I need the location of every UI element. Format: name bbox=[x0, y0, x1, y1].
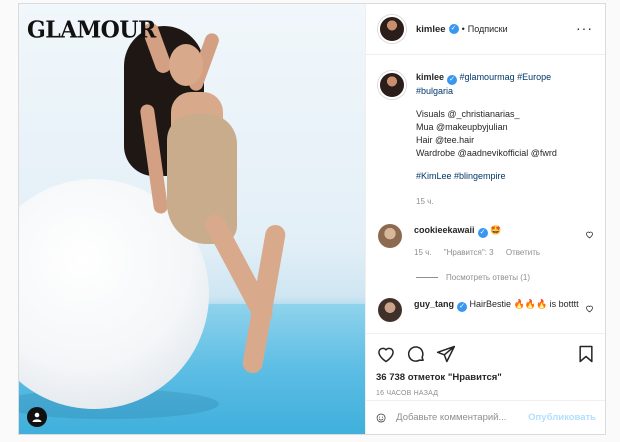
separator-dot: • bbox=[461, 24, 465, 34]
caption-visuals: Visuals @_christianarias_ bbox=[416, 109, 520, 119]
post-modal: GLAMOUR kimlee ✓ • Подписки ··· kimlee✓ bbox=[18, 3, 606, 435]
comment-body: cookieekawaii ✓ 🤩 15 ч. "Нравится": 3 Отв… bbox=[414, 224, 584, 259]
person-icon bbox=[32, 412, 42, 422]
comment-item: cookieekawaii ✓ 🤩 15 ч. "Нравится": 3 Отв… bbox=[366, 224, 605, 259]
comment-text: 🤩 bbox=[490, 225, 502, 235]
comments-list[interactable]: kimlee ✓ #glamourmag #Europe #bulgaria Vi… bbox=[366, 55, 605, 333]
caption-body: kimlee ✓ #glamourmag #Europe #bulgaria Vi… bbox=[416, 71, 557, 208]
posted-time: 16 ЧАСОВ НАЗАД bbox=[376, 390, 439, 397]
likes-count[interactable]: 36 738 отметок "Нравится" bbox=[376, 372, 596, 383]
avatar[interactable] bbox=[378, 71, 406, 99]
add-comment-bar: Опубликовать bbox=[366, 400, 605, 434]
heart-icon[interactable] bbox=[585, 230, 594, 239]
reply-button[interactable]: Ответить bbox=[506, 248, 540, 257]
comment-username[interactable]: cookieekawaii bbox=[414, 225, 475, 235]
caption-mua: Mua @makeupbyjulian bbox=[416, 122, 508, 132]
post-comment-button[interactable]: Опубликовать bbox=[528, 412, 596, 423]
caption-hair: Hair @tee.hair bbox=[416, 135, 475, 145]
heart-icon[interactable] bbox=[376, 344, 396, 364]
comment-body: guy_tang ✓ HairBestie 🔥🔥🔥 is botttt bbox=[414, 298, 584, 322]
comment-time: 15 ч. bbox=[414, 248, 432, 257]
post-header: kimlee ✓ • Подписки ··· bbox=[366, 4, 605, 55]
caption-wardrobe: Wardrobe @aadnevikofficial @fwrd bbox=[416, 148, 557, 158]
verified-icon: ✓ bbox=[457, 302, 468, 312]
brand-logo: GLAMOUR bbox=[27, 16, 156, 44]
user-tags-button[interactable] bbox=[27, 407, 47, 427]
caption-username[interactable]: kimlee bbox=[416, 72, 444, 82]
comment-meta: 15 ч. "Нравится": 3 Ответить bbox=[414, 246, 584, 259]
avatar[interactable] bbox=[378, 15, 406, 43]
verified-icon: ✓ bbox=[477, 228, 488, 238]
view-replies-button[interactable]: Посмотреть ответы (1) bbox=[416, 273, 605, 282]
action-icons bbox=[376, 340, 596, 368]
action-bar: 36 738 отметок "Нравится" 16 ЧАСОВ НАЗАД bbox=[366, 333, 605, 397]
post-side-panel: kimlee ✓ • Подписки ··· kimlee ✓ #glamour… bbox=[365, 4, 605, 434]
caption-hashtags[interactable]: #glamourmag #Europe bbox=[460, 72, 552, 82]
caption-time: 15 ч. bbox=[416, 197, 434, 206]
caption: kimlee ✓ #glamourmag #Europe #bulgaria Vi… bbox=[366, 55, 605, 208]
verified-icon: ✓ bbox=[448, 24, 459, 34]
comment-username[interactable]: guy_tang bbox=[414, 299, 454, 309]
avatar[interactable] bbox=[378, 298, 402, 322]
replies-divider bbox=[416, 277, 438, 278]
share-icon[interactable] bbox=[436, 344, 456, 364]
following-button[interactable]: Подписки bbox=[468, 24, 508, 34]
header-username[interactable]: kimlee bbox=[416, 24, 446, 35]
verified-icon: ✓ bbox=[447, 75, 458, 85]
comment-item: guy_tang ✓ HairBestie 🔥🔥🔥 is botttt bbox=[366, 298, 605, 322]
view-replies-label: Посмотреть ответы (1) bbox=[446, 273, 531, 282]
post-photo[interactable]: GLAMOUR bbox=[19, 4, 365, 434]
heart-icon[interactable] bbox=[585, 304, 594, 313]
comment-text: HairBestie 🔥🔥🔥 is botttt bbox=[469, 299, 579, 309]
caption-hashtag[interactable]: #bulgaria bbox=[416, 85, 557, 98]
comment-icon[interactable] bbox=[406, 344, 426, 364]
more-options-icon[interactable]: ··· bbox=[576, 20, 593, 36]
caption-tags[interactable]: #KimLee #blingempire bbox=[416, 170, 557, 183]
model-head bbox=[169, 44, 203, 86]
comment-input[interactable] bbox=[396, 412, 529, 423]
emoji-icon[interactable] bbox=[376, 409, 386, 427]
comment-likes[interactable]: "Нравится": 3 bbox=[444, 248, 494, 257]
avatar[interactable] bbox=[378, 224, 402, 248]
bookmark-icon[interactable] bbox=[576, 344, 596, 364]
